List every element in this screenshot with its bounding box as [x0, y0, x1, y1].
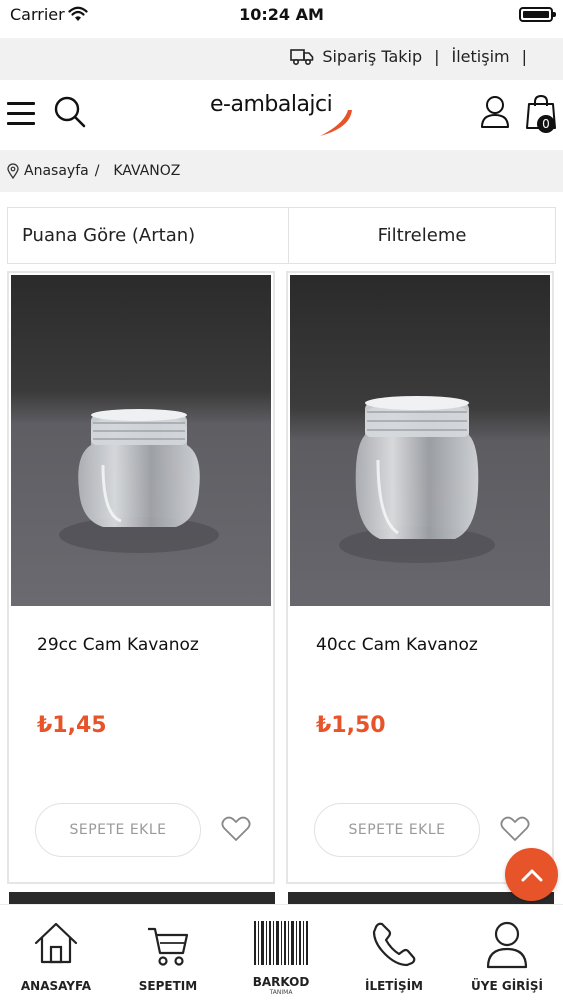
- topbar-separator: |: [434, 47, 440, 66]
- bottom-navigation: ANASAYFA SEPETIM BARKOD TANIMA İLETİŞİM …: [0, 904, 563, 1000]
- filter-button[interactable]: Filtreleme: [289, 208, 555, 263]
- cart-count-badge: 0: [537, 115, 555, 133]
- sort-button[interactable]: Puana Göre (Artan): [8, 208, 289, 263]
- order-tracking-link[interactable]: Sipariş Takip: [322, 47, 422, 66]
- nav-label: ANASAYFA: [20, 979, 92, 993]
- heart-icon[interactable]: [221, 816, 251, 842]
- product-image[interactable]: [290, 275, 550, 606]
- cart-icon: [148, 927, 189, 966]
- heart-icon[interactable]: [500, 816, 530, 842]
- product-image-partial[interactable]: [9, 892, 275, 904]
- clock: 10:24 AM: [239, 5, 324, 24]
- status-bar: Carrier 10:24 AM: [0, 0, 563, 32]
- home-icon: [34, 922, 78, 964]
- product-card[interactable]: 29cc Cam Kavanoz ₺1,45 SEPETE EKLE: [7, 271, 275, 884]
- nav-label: SEPETIM: [138, 979, 198, 993]
- breadcrumb-separator: /: [94, 163, 100, 179]
- nav-label: ÜYE GİRİŞİ: [471, 979, 543, 993]
- product-title[interactable]: 29cc Cam Kavanoz: [37, 635, 199, 655]
- product-title[interactable]: 40cc Cam Kavanoz: [316, 635, 478, 655]
- product-image[interactable]: [11, 275, 271, 606]
- logo-swoosh-icon: [320, 110, 352, 136]
- contact-link[interactable]: İletişim: [452, 47, 510, 66]
- truck-icon: [290, 48, 314, 65]
- chevron-up-icon: [521, 869, 542, 881]
- nav-home[interactable]: ANASAYFA: [0, 905, 112, 1000]
- nav-cart[interactable]: SEPETIM: [112, 905, 224, 1000]
- search-icon[interactable]: [53, 95, 87, 129]
- phone-icon: [372, 922, 416, 967]
- nav-barcode[interactable]: BARKOD TANIMA: [225, 905, 337, 1000]
- nav-sublabel: TANIMA: [269, 989, 293, 996]
- site-header: e-ambalajci 0: [0, 80, 563, 150]
- breadcrumb: Anasayfa / KAVANOZ: [0, 150, 563, 192]
- breadcrumb-home-link[interactable]: Anasayfa: [24, 163, 89, 179]
- site-logo[interactable]: e-ambalajci: [210, 92, 360, 140]
- barcode-icon: [254, 921, 308, 965]
- nav-login[interactable]: ÜYE GİRİŞİ: [451, 905, 563, 1000]
- product-price: ₺1,45: [37, 713, 107, 738]
- nav-contact[interactable]: İLETİŞİM: [338, 905, 450, 1000]
- location-pin-icon: [7, 163, 19, 179]
- scroll-to-top-button[interactable]: [505, 848, 558, 901]
- add-to-cart-button[interactable]: SEPETE EKLE: [314, 803, 480, 857]
- user-icon: [486, 921, 528, 969]
- topbar-separator: |: [521, 47, 527, 66]
- nav-label: BARKOD: [252, 975, 310, 989]
- add-to-cart-button[interactable]: SEPETE EKLE: [35, 803, 201, 857]
- nav-label: İLETİŞİM: [364, 979, 423, 993]
- hamburger-menu-icon[interactable]: [7, 102, 35, 126]
- sort-filter-bar: Puana Göre (Artan) Filtreleme: [7, 207, 556, 264]
- battery-icon: [519, 7, 556, 22]
- product-card[interactable]: 40cc Cam Kavanoz ₺1,50 SEPETE EKLE: [286, 271, 554, 884]
- account-icon[interactable]: [480, 95, 510, 129]
- breadcrumb-current: KAVANOZ: [113, 163, 181, 179]
- utility-bar: Sipariş Takip | İletişim |: [0, 38, 563, 80]
- product-price: ₺1,50: [316, 713, 386, 738]
